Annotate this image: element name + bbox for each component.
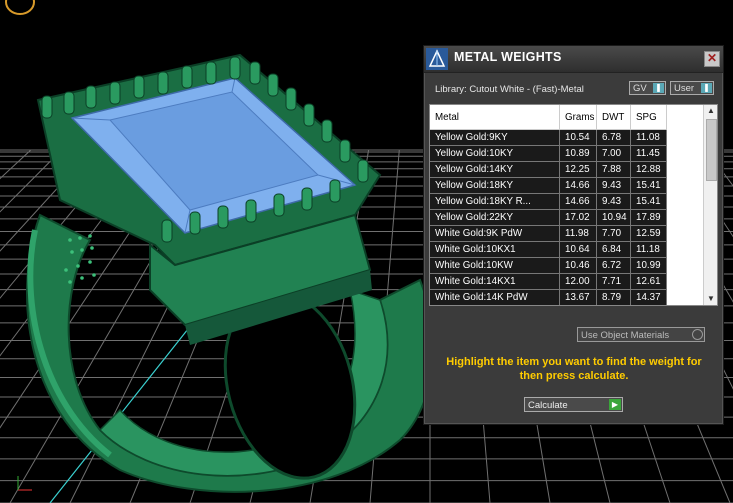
- cell-grams: 10.46: [559, 257, 597, 274]
- table-row[interactable]: White Gold:14KX1 12.00 7.71 12.61: [430, 273, 667, 290]
- cell-dwt: 6.84: [596, 241, 631, 258]
- cell-dwt: 6.78: [596, 129, 631, 146]
- play-arrow-icon: ▶: [609, 399, 621, 410]
- column-header-grams[interactable]: Grams: [559, 105, 597, 130]
- cell-metal: White Gold:14K PdW: [430, 289, 560, 305]
- calculate-label: Calculate: [528, 400, 568, 411]
- cell-spg: 11.18: [630, 241, 667, 258]
- cell-dwt: 8.79: [596, 289, 631, 305]
- table-row[interactable]: Yellow Gold:14KY 12.25 7.88 12.88: [430, 161, 667, 178]
- metal-weights-panel: METAL WEIGHTS ✕ Library: Cutout White - …: [423, 45, 724, 425]
- table-row[interactable]: Yellow Gold:10KY 10.89 7.00 11.45: [430, 145, 667, 162]
- cell-grams: 14.66: [559, 193, 597, 210]
- cell-grams: 13.67: [559, 289, 597, 305]
- cell-metal: Yellow Gold:14KY: [430, 161, 560, 178]
- cell-dwt: 7.00: [596, 145, 631, 162]
- cell-metal: Yellow Gold:18KY: [430, 177, 560, 194]
- cell-spg: 17.89: [630, 209, 667, 226]
- table-row[interactable]: Yellow Gold:18KY R... 14.66 9.43 15.41: [430, 193, 667, 210]
- table-row[interactable]: White Gold:10KX1 10.64 6.84 11.18: [430, 241, 667, 258]
- instruction-text: Highlight the item you want to find the …: [446, 356, 702, 382]
- cell-dwt: 9.43: [596, 177, 631, 194]
- cell-metal: Yellow Gold:18KY R...: [430, 193, 560, 210]
- cell-spg: 11.45: [630, 145, 667, 162]
- table-row[interactable]: White Gold:10KW 10.46 6.72 10.99: [430, 257, 667, 274]
- cell-dwt: 7.70: [596, 225, 631, 242]
- cell-grams: 17.02: [559, 209, 597, 226]
- cell-grams: 12.25: [559, 161, 597, 178]
- metal-weights-app-icon: [426, 48, 448, 70]
- table-row[interactable]: Yellow Gold:9KY 10.54 6.78 11.08: [430, 129, 667, 146]
- cell-grams: 10.89: [559, 145, 597, 162]
- cell-spg: 15.41: [630, 193, 667, 210]
- table-scrollbar[interactable]: ▲ ▼: [703, 105, 717, 305]
- library-label: Library: Cutout White - (Fast)-Metal: [435, 84, 584, 95]
- panel-title: METAL WEIGHTS: [454, 50, 562, 64]
- gv-toggle-label: GV: [633, 83, 647, 94]
- user-toggle-label: User: [674, 83, 695, 94]
- cell-grams: 12.00: [559, 273, 597, 290]
- toggle-knob-icon: ❚: [653, 83, 664, 93]
- cell-metal: White Gold:10KX1: [430, 241, 560, 258]
- close-icon: ✕: [706, 51, 718, 65]
- column-header-dwt[interactable]: DWT: [596, 105, 631, 130]
- cell-grams: 10.54: [559, 129, 597, 146]
- column-header-metal[interactable]: Metal: [430, 105, 560, 130]
- cell-grams: 11.98: [559, 225, 597, 242]
- cell-spg: 12.61: [630, 273, 667, 290]
- ring-logo-icon: [5, 0, 35, 15]
- panel-titlebar[interactable]: METAL WEIGHTS ✕: [424, 46, 723, 73]
- cell-dwt: 10.94: [596, 209, 631, 226]
- cell-metal: Yellow Gold:10KY: [430, 145, 560, 162]
- cell-dwt: 7.88: [596, 161, 631, 178]
- toggle-knob-icon: ❚: [701, 83, 712, 93]
- scroll-down-icon[interactable]: ▼: [704, 293, 717, 305]
- cell-metal: Yellow Gold:9KY: [430, 129, 560, 146]
- table-row[interactable]: Yellow Gold:22KY 17.02 10.94 17.89: [430, 209, 667, 226]
- cell-dwt: 6.72: [596, 257, 631, 274]
- table-row[interactable]: White Gold:9K PdW 11.98 7.70 12.59: [430, 225, 667, 242]
- table-header-row: Metal Grams DWT SPG: [430, 105, 667, 130]
- scroll-up-icon[interactable]: ▲: [704, 105, 717, 117]
- scroll-thumb[interactable]: [706, 119, 717, 181]
- cell-metal: White Gold:10KW: [430, 257, 560, 274]
- calculate-button[interactable]: Calculate ▶: [524, 397, 623, 412]
- radio-indicator-icon: [692, 329, 703, 340]
- metal-weights-table: Metal Grams DWT SPG Yellow Gold:9KY 10.54…: [429, 104, 718, 306]
- column-header-spg[interactable]: SPG: [630, 105, 667, 130]
- cell-metal: Yellow Gold:22KY: [430, 209, 560, 226]
- cell-metal: White Gold:14KX1: [430, 273, 560, 290]
- cell-spg: 14.37: [630, 289, 667, 305]
- user-toggle[interactable]: User ❚: [670, 81, 714, 95]
- table-row[interactable]: Yellow Gold:18KY 14.66 9.43 15.41: [430, 177, 667, 194]
- cell-metal: White Gold:9K PdW: [430, 225, 560, 242]
- cell-spg: 11.08: [630, 129, 667, 146]
- cell-spg: 10.99: [630, 257, 667, 274]
- cell-spg: 12.59: [630, 225, 667, 242]
- gv-toggle[interactable]: GV ❚: [629, 81, 666, 95]
- cell-dwt: 7.71: [596, 273, 631, 290]
- cell-spg: 12.88: [630, 161, 667, 178]
- use-object-materials-label: Use Object Materials: [581, 330, 670, 341]
- cell-spg: 15.41: [630, 177, 667, 194]
- close-button[interactable]: ✕: [704, 51, 720, 67]
- table-row[interactable]: White Gold:14K PdW 13.67 8.79 14.37: [430, 289, 667, 305]
- cell-grams: 10.64: [559, 241, 597, 258]
- use-object-materials-toggle[interactable]: Use Object Materials: [577, 327, 705, 342]
- cell-dwt: 9.43: [596, 193, 631, 210]
- cell-grams: 14.66: [559, 177, 597, 194]
